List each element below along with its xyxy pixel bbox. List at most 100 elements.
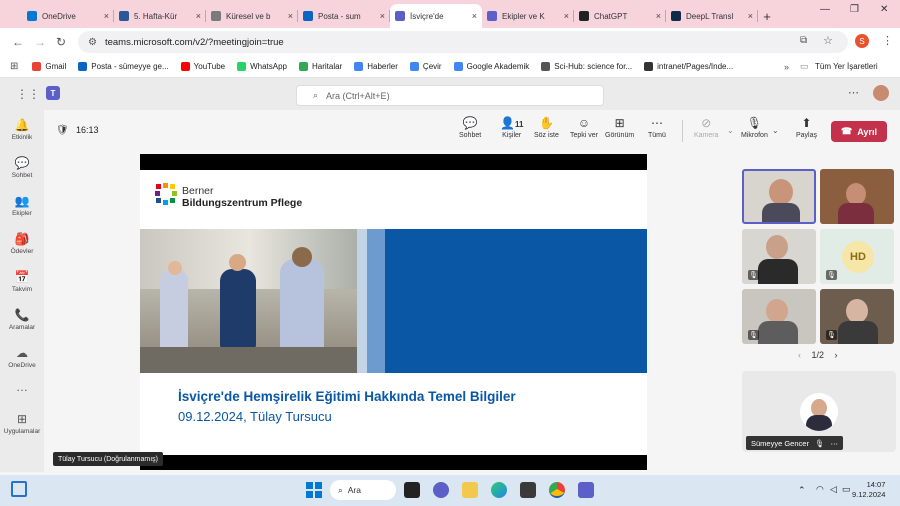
apps-grid-icon[interactable]: ⊞ <box>10 61 18 72</box>
bookmark-item[interactable]: intranet/Pages/Inde... <box>644 62 733 71</box>
taskbar-clock[interactable]: 14:07 9.12.2024 <box>852 480 885 500</box>
address-bar[interactable]: ⚙ teams.microsoft.com/v2/?meetingjoin=tr… <box>78 31 848 53</box>
close-tab-icon[interactable]: × <box>472 11 477 21</box>
bookmark-item[interactable]: Çevir <box>409 62 442 71</box>
new-tab-button[interactable]: + <box>758 4 776 28</box>
close-tab-icon[interactable]: × <box>380 11 385 21</box>
more-button[interactable]: ⋯ Tümü <box>648 116 666 139</box>
bookmark-item[interactable]: YouTube <box>180 62 225 71</box>
next-page-icon[interactable]: › <box>835 350 838 360</box>
close-tab-icon[interactable]: × <box>748 11 753 21</box>
bookmark-favicon-icon <box>78 62 88 71</box>
rail-item[interactable]: ⊞ Uygulamalar <box>0 412 44 435</box>
participant-tile[interactable] <box>742 169 816 224</box>
tray-chevron-icon[interactable]: ⌃ <box>798 485 806 496</box>
teams-search-input[interactable]: ⌕ Ara (Ctrl+Alt+E) <box>296 85 604 106</box>
battery-icon[interactable]: ▭ <box>842 484 851 495</box>
more-bookmarks-icon[interactable]: » <box>784 62 789 72</box>
participant-tile[interactable]: 🎙 <box>742 289 816 344</box>
muted-mic-icon: 🎙 <box>748 330 759 340</box>
profile-avatar[interactable]: S <box>855 34 869 48</box>
camera-options-chevron-icon[interactable]: ⌄ <box>727 126 734 135</box>
chat-button[interactable]: 💬 Sohbet <box>459 116 481 139</box>
task-view-icon[interactable] <box>404 482 420 498</box>
browser-tab[interactable]: 5. Hafta-Kür × <box>114 4 206 28</box>
bookmark-item[interactable]: WhatsApp <box>237 62 287 71</box>
bookmark-item[interactable]: Posta - sümeyye ge... <box>78 62 169 71</box>
hang-up-icon: ☎ <box>841 126 853 136</box>
hand-icon: ✋ <box>538 116 554 130</box>
forward-icon[interactable]: → <box>34 35 46 49</box>
camera-button[interactable]: ⊘ Kamera <box>694 116 719 139</box>
rail-item[interactable]: 📅 Takvim <box>0 270 44 293</box>
bookmark-item[interactable]: Haberler <box>354 62 398 71</box>
bookmark-item[interactable]: Sci-Hub: science for... <box>541 62 632 71</box>
bookmark-item[interactable]: Gmail <box>32 62 66 71</box>
teams-chat-icon[interactable] <box>433 482 449 498</box>
taskbar-search[interactable]: ⌕ Ara <box>330 480 396 500</box>
widgets-icon[interactable] <box>11 481 27 497</box>
close-tab-icon[interactable]: × <box>196 11 201 21</box>
close-tab-icon[interactable]: × <box>564 11 569 21</box>
camera-off-icon: ⊘ <box>701 116 712 130</box>
store-icon[interactable] <box>520 482 536 498</box>
browser-tab[interactable]: Posta - sum × <box>298 4 390 28</box>
shield-icon: 🛡 <box>56 125 69 136</box>
prev-page-icon[interactable]: ‹ <box>798 350 801 360</box>
rail-item[interactable]: ☁ OneDrive <box>0 346 44 369</box>
chrome-icon[interactable] <box>549 482 565 498</box>
rail-item[interactable]: 📞 Aramalar <box>0 308 44 331</box>
browser-tab[interactable]: OneDrive × <box>22 4 114 28</box>
more-options-icon[interactable]: ⋯ <box>848 86 859 99</box>
rail-item[interactable]: 💬 Sohbet <box>0 156 44 179</box>
minimize-icon[interactable]: — <box>820 4 830 15</box>
close-tab-icon[interactable]: × <box>104 11 109 21</box>
participant-tile[interactable]: 🎙 <box>742 229 816 284</box>
restore-icon[interactable]: ❐ <box>850 4 859 15</box>
close-window-icon[interactable]: ✕ <box>880 4 888 15</box>
back-icon[interactable]: ← <box>12 35 24 49</box>
participant-tile[interactable] <box>820 169 894 224</box>
site-info-icon[interactable]: ⚙ <box>88 37 97 48</box>
edge-icon[interactable] <box>491 482 507 498</box>
reload-icon[interactable]: ↻ <box>56 35 66 49</box>
browser-menu-icon[interactable]: ⋮ <box>882 34 893 47</box>
close-tab-icon[interactable]: × <box>288 11 293 21</box>
teams-app-icon[interactable] <box>578 482 594 498</box>
browser-tab[interactable]: İsviçre'de × <box>390 4 482 28</box>
self-more-icon[interactable]: ⋯ <box>830 439 838 448</box>
windows-start-icon[interactable] <box>306 482 322 498</box>
rail-item[interactable]: 🔔 Etkinlik <box>0 118 44 141</box>
bookmark-star-icon[interactable]: ☆ <box>823 34 833 47</box>
leave-button[interactable]: ☎ Ayrıl <box>831 121 887 142</box>
mic-button[interactable]: 🎙 Mikrofon <box>741 116 768 139</box>
browser-tab[interactable]: ChatGPT × <box>574 4 666 28</box>
url-text: teams.microsoft.com/v2/?meetingjoin=true <box>104 36 284 48</box>
share-button[interactable]: ⬆ Paylaş <box>796 116 817 139</box>
wifi-icon[interactable]: ◠ <box>816 484 824 495</box>
view-button[interactable]: ⊞ Görünüm <box>605 116 634 139</box>
gallery-pager: ‹ 1/2 › <box>798 350 838 360</box>
rail-item[interactable]: 👥 Ekipler <box>0 194 44 217</box>
react-button[interactable]: ☺ Tepki ver <box>570 116 598 139</box>
all-bookmarks-link[interactable]: Tüm Yer İşaretleri <box>815 62 878 71</box>
install-app-icon[interactable]: ⧉ <box>800 35 807 46</box>
participant-tile[interactable]: HD 🎙 <box>820 229 894 284</box>
mic-options-chevron-icon[interactable]: ⌄ <box>772 126 779 135</box>
people-button[interactable]: 👤11 Kişiler <box>500 116 523 139</box>
user-avatar[interactable] <box>873 85 889 101</box>
raise-hand-button[interactable]: ✋ Söz iste <box>534 116 559 139</box>
browser-tab[interactable]: Küresel ve b × <box>206 4 298 28</box>
bookmark-item[interactable]: Google Akademik <box>453 62 529 71</box>
browser-tab[interactable]: DeepL Transl × <box>666 4 758 28</box>
file-explorer-icon[interactable] <box>462 482 478 498</box>
rail-item[interactable]: … <box>0 380 44 396</box>
bag-icon: 🎒 <box>14 232 30 246</box>
close-tab-icon[interactable]: × <box>656 11 661 21</box>
bookmark-item[interactable]: Haritalar <box>299 62 342 71</box>
browser-tab[interactable]: Ekipler ve K × <box>482 4 574 28</box>
rail-item[interactable]: 🎒 Ödevler <box>0 232 44 255</box>
volume-icon[interactable]: ◁ <box>830 484 837 495</box>
participant-tile[interactable]: 🎙 <box>820 289 894 344</box>
app-launcher-icon[interactable]: ⋮⋮ <box>16 87 40 101</box>
